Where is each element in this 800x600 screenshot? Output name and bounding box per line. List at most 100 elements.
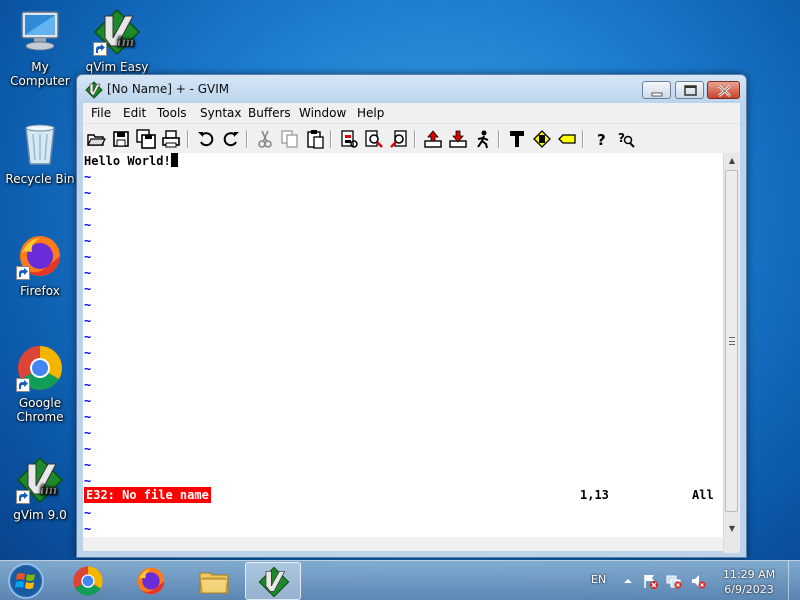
open-icon[interactable] xyxy=(86,129,106,149)
find-prev-icon[interactable] xyxy=(389,129,409,149)
toolbar-separator xyxy=(330,130,332,148)
chrome-icon xyxy=(16,344,64,392)
save-icon[interactable] xyxy=(111,129,131,149)
empty-line-tilde: ~ xyxy=(84,202,92,216)
system-clock[interactable]: 11:29 AM 6/9/2023 xyxy=(718,567,780,597)
desktop-icon-label: Google Chrome xyxy=(16,396,64,424)
input-language[interactable]: EN xyxy=(591,573,606,586)
taskbar-firefox[interactable] xyxy=(123,562,179,600)
desktop-icon-gvim[interactable]: im gVim 9.0 xyxy=(0,456,80,522)
vim-icon: im xyxy=(16,456,64,504)
grip-icon xyxy=(729,337,735,345)
redo-icon[interactable] xyxy=(221,129,241,149)
taskbar-file-explorer[interactable] xyxy=(186,562,242,600)
empty-line-tilde: ~ xyxy=(84,234,92,248)
empty-line-tilde: ~ xyxy=(84,250,92,264)
undo-icon[interactable] xyxy=(196,129,216,149)
shell-icon[interactable] xyxy=(532,129,552,149)
menu-syntax[interactable]: Syntax xyxy=(200,106,241,120)
scrollbar-thumb[interactable] xyxy=(725,170,738,512)
empty-line-tilde: ~ xyxy=(84,314,92,328)
svg-text:?: ? xyxy=(618,131,625,145)
empty-line-tilde: ~ xyxy=(84,506,92,520)
cut-icon[interactable] xyxy=(255,129,275,149)
make-icon[interactable] xyxy=(507,129,527,149)
empty-line-tilde: ~ xyxy=(84,442,92,456)
empty-line-tilde: ~ xyxy=(84,346,92,360)
empty-line-tilde: ~ xyxy=(84,522,92,536)
save-all-icon[interactable] xyxy=(136,129,156,149)
desktop-icon-label: Firefox xyxy=(20,284,60,298)
minimize-button[interactable] xyxy=(642,81,671,99)
scroll-position: All xyxy=(692,488,714,502)
vertical-scrollbar[interactable]: ▲ ▼ xyxy=(723,153,739,553)
chrome-icon xyxy=(73,566,103,596)
menu-file[interactable]: File xyxy=(91,106,111,120)
toolbar-separator xyxy=(582,130,584,148)
svg-text:im: im xyxy=(117,35,134,49)
clock-date: 6/9/2023 xyxy=(724,583,774,596)
start-button[interactable] xyxy=(6,562,46,600)
menu-window[interactable]: Window xyxy=(299,106,346,120)
copy-icon[interactable] xyxy=(280,129,300,149)
shortcut-arrow-icon xyxy=(16,378,30,392)
empty-line-tilde: ~ xyxy=(84,458,92,472)
command-line: E32: No file name 1,13 All xyxy=(83,487,723,503)
shortcut-arrow-icon xyxy=(93,42,107,56)
shortcut-arrow-icon xyxy=(16,490,30,504)
desktop-icon-recycle-bin[interactable]: Recycle Bin xyxy=(0,120,80,186)
action-center-flag-icon[interactable] xyxy=(642,573,658,589)
show-desktop-button[interactable] xyxy=(788,561,800,600)
desktop-icon-google-chrome[interactable]: Google Chrome xyxy=(0,344,80,424)
run-script-icon[interactable] xyxy=(473,129,493,149)
find-help-icon[interactable]: ? xyxy=(616,129,636,149)
tags-icon[interactable] xyxy=(557,129,577,149)
maximize-button[interactable] xyxy=(675,81,704,99)
windows-logo-icon xyxy=(8,563,44,599)
empty-line-tilde: ~ xyxy=(84,282,92,296)
vim-icon xyxy=(258,566,290,598)
close-icon xyxy=(718,85,731,97)
show-hidden-icons-icon[interactable] xyxy=(620,573,636,589)
find-replace-icon[interactable] xyxy=(339,129,359,149)
help-icon[interactable]: ? xyxy=(591,129,611,149)
computer-icon xyxy=(16,8,64,56)
desktop-icon-firefox[interactable]: Firefox xyxy=(0,232,80,298)
save-session-icon[interactable] xyxy=(448,129,468,149)
toolbar-separator xyxy=(498,130,500,148)
maximize-icon xyxy=(684,85,697,96)
menu-tools[interactable]: Tools xyxy=(157,106,187,120)
load-session-icon[interactable] xyxy=(423,129,443,149)
scroll-down-arrow-icon[interactable]: ▼ xyxy=(724,521,740,537)
title-bar[interactable]: [No Name] + - GVIM xyxy=(77,75,746,103)
taskbar-chrome[interactable] xyxy=(60,562,116,600)
text-editor-area[interactable]: Hello World! ~~~~~~~~~~~~~~~~~~~~~~~ xyxy=(83,153,723,537)
firefox-icon xyxy=(137,567,165,595)
svg-text:?: ? xyxy=(597,131,606,149)
menu-edit[interactable]: Edit xyxy=(123,106,146,120)
empty-line-tilde: ~ xyxy=(84,218,92,232)
taskbar-gvim[interactable] xyxy=(245,562,301,600)
empty-line-tilde: ~ xyxy=(84,362,92,376)
empty-line-tilde: ~ xyxy=(84,378,92,392)
desktop-icon-my-computer[interactable]: My Computer xyxy=(0,8,80,88)
recycle-bin-icon xyxy=(16,120,64,168)
volume-muted-icon[interactable] xyxy=(690,573,706,589)
print-icon[interactable] xyxy=(161,129,181,149)
cursor-position: 1,13 xyxy=(580,488,609,502)
empty-line-tilde: ~ xyxy=(84,170,92,184)
scroll-up-arrow-icon[interactable]: ▲ xyxy=(724,153,740,169)
network-icon[interactable] xyxy=(666,573,682,589)
close-button[interactable] xyxy=(707,81,740,99)
window-title: [No Name] + - GVIM xyxy=(107,82,230,96)
empty-line-tilde: ~ xyxy=(84,330,92,344)
desktop-icon-label: gVim 9.0 xyxy=(13,508,67,522)
menu-buffers[interactable]: Buffers xyxy=(248,106,291,120)
toolbar-separator xyxy=(414,130,416,148)
empty-line-tilde: ~ xyxy=(84,426,92,440)
empty-line-tilde: ~ xyxy=(84,298,92,312)
menu-help[interactable]: Help xyxy=(357,106,384,120)
find-next-icon[interactable] xyxy=(364,129,384,149)
paste-icon[interactable] xyxy=(305,129,325,149)
empty-line-tilde: ~ xyxy=(84,186,92,200)
